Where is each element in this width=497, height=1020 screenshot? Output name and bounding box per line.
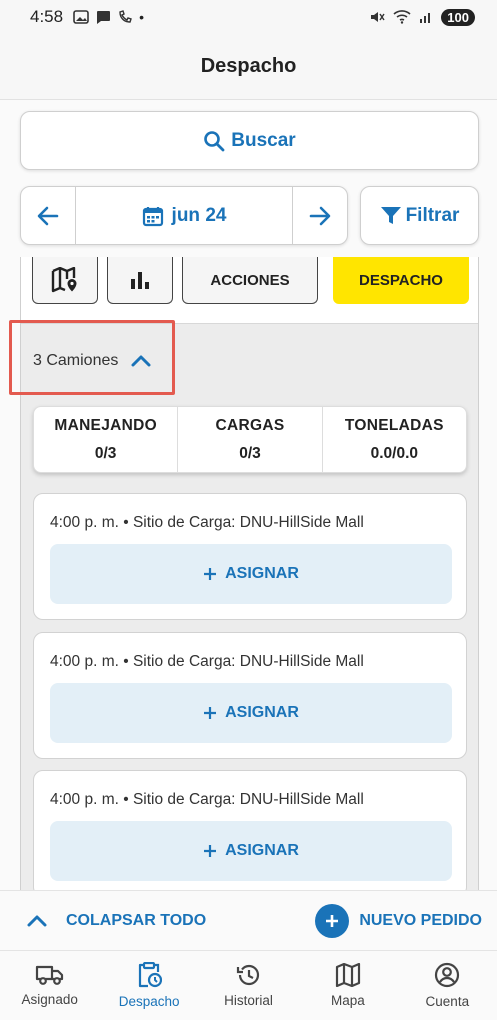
system-icons: 100 [369, 8, 475, 26]
clipboard-clock-icon [139, 962, 163, 988]
actions-button[interactable]: ACCIONES [182, 257, 318, 304]
history-icon [236, 964, 259, 986]
search-icon [204, 130, 225, 151]
stats-summary: MANEJANDO 0/3 CARGAS 0/3 TONELADAS 0.0/0… [33, 406, 467, 473]
tab-dispatch[interactable]: Despacho [99, 951, 198, 1020]
highlight-annotation [9, 320, 175, 395]
date-navigator: jun 24 [20, 186, 348, 245]
stats-button[interactable] [107, 257, 173, 304]
stat-label: CARGAS [215, 416, 285, 434]
assign-button[interactable]: ASIGNAR [50, 544, 452, 604]
order-card: 4:00 p. m. • Sitio de Carga: DNU-HillSid… [33, 632, 467, 759]
dispatch-button[interactable]: DESPACHO [333, 257, 469, 304]
tool-row: ACCIONES DESPACHO [21, 257, 478, 324]
truck-icon [35, 965, 63, 985]
chat-notification-icon [97, 11, 111, 24]
status-dot: • [139, 9, 144, 25]
stat-tons: TONELADAS 0.0/0.0 [323, 407, 466, 472]
new-order-label: NUEVO PEDIDO [359, 911, 482, 929]
battery-indicator: 100 [441, 8, 475, 26]
arrow-right-icon [309, 206, 331, 225]
bottom-actions: COLAPSAR TODO NUEVO PEDIDO [0, 890, 497, 950]
search-label: Buscar [231, 129, 296, 151]
date-picker-button[interactable]: jun 24 [75, 187, 293, 244]
gallery-notification-icon [73, 10, 89, 24]
map-pin-icon [51, 267, 77, 293]
stat-value: 0.0/0.0 [370, 444, 419, 462]
next-day-button[interactable] [293, 187, 347, 244]
mute-icon [371, 12, 385, 22]
order-card: 4:00 p. m. • Sitio de Carga: DNU-HillSid… [33, 493, 467, 620]
assign-label: ASIGNAR [225, 704, 299, 721]
tab-map[interactable]: Mapa [298, 951, 397, 1020]
app-header: Despacho [0, 34, 497, 100]
missed-call-icon [119, 10, 132, 23]
tab-label: Historial [224, 993, 273, 1008]
add-circle-icon [315, 903, 350, 938]
filter-icon [380, 206, 401, 224]
plus-icon [204, 845, 217, 857]
plus-icon [204, 568, 217, 580]
collapse-all-button[interactable]: COLAPSAR TODO [26, 912, 206, 930]
stat-label: TONELADAS [344, 416, 444, 434]
order-info: 4:00 p. m. • Sitio de Carga: DNU-HillSid… [50, 791, 364, 808]
stat-driving: MANEJANDO 0/3 [34, 407, 179, 472]
map-view-button[interactable] [32, 257, 98, 304]
assign-label: ASIGNAR [225, 842, 299, 859]
assign-button[interactable]: ASIGNAR [50, 683, 452, 743]
stat-loads: CARGAS 0/3 [178, 407, 323, 472]
chevron-up-icon [27, 915, 47, 926]
map-icon [335, 963, 361, 987]
stat-label: MANEJANDO [54, 416, 157, 434]
bar-chart-icon [131, 272, 149, 289]
status-time: 4:58 [30, 7, 64, 26]
search-button[interactable]: Buscar [20, 111, 479, 170]
new-order-button[interactable]: NUEVO PEDIDO [315, 903, 482, 938]
filter-button[interactable]: Filtrar [360, 186, 479, 245]
previous-day-button[interactable] [21, 187, 75, 244]
order-info: 4:00 p. m. • Sitio de Carga: DNU-HillSid… [50, 653, 364, 670]
dispatch-content: Buscar jun 24 Filtrar ACCIONES DESPACHO [0, 100, 497, 890]
tab-label: Despacho [118, 994, 180, 1009]
tab-history[interactable]: Historial [199, 951, 298, 1020]
filter-label: Filtrar [405, 204, 460, 226]
notification-icons: • [73, 9, 144, 25]
tab-account[interactable]: Cuenta [398, 951, 497, 1020]
assign-button[interactable]: ASIGNAR [50, 821, 452, 881]
tab-assigned[interactable]: Asignado [0, 951, 99, 1020]
assign-label: ASIGNAR [225, 565, 299, 582]
wifi-icon [393, 10, 411, 24]
page-title: Despacho [200, 55, 297, 77]
stat-value: 0/3 [239, 444, 261, 462]
collapse-all-label: COLAPSAR TODO [66, 911, 207, 929]
signal-icon [420, 13, 431, 23]
bottom-tab-bar: Asignado Despacho Historial Mapa Cuenta [0, 950, 497, 1020]
tab-label: Cuenta [425, 994, 470, 1009]
plus-icon [204, 707, 217, 719]
calendar-icon [142, 206, 163, 226]
tab-label: Asignado [21, 992, 78, 1007]
selected-date: jun 24 [171, 204, 227, 226]
stat-value: 0/3 [94, 444, 117, 462]
order-info: 4:00 p. m. • Sitio de Carga: DNU-HillSid… [50, 514, 364, 531]
account-icon [435, 962, 460, 988]
arrow-left-icon [37, 206, 59, 225]
order-card: 4:00 p. m. • Sitio de Carga: DNU-HillSid… [33, 770, 467, 890]
status-bar: 4:58 • 100 [0, 0, 497, 34]
tab-label: Mapa [331, 993, 365, 1008]
